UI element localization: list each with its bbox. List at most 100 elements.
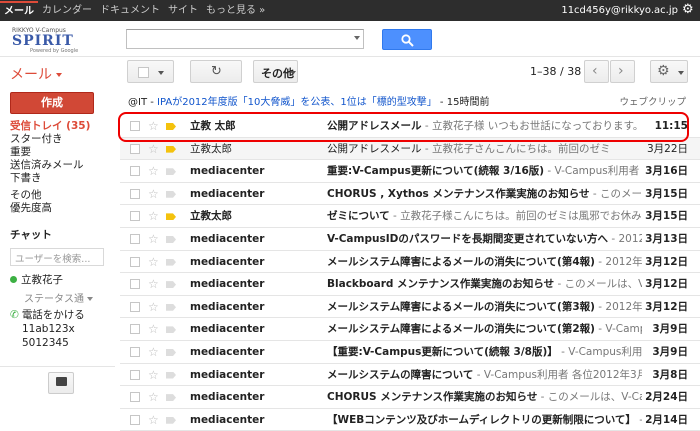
message-subject-line: メールシステムの障害について - V-Campus利用者 各位2012年3月8日 — [327, 364, 642, 386]
message-checkbox[interactable] — [130, 392, 140, 403]
nav-mail[interactable]: メール — [0, 1, 38, 20]
message-row[interactable]: ☆ mediacenter CHORUS メンテナンス作業実施のお知らせ - このメ… — [120, 386, 700, 409]
star-icon[interactable]: ☆ — [148, 364, 159, 386]
chat-search-input[interactable]: ユーザーを検索... — [10, 248, 104, 266]
chat-toggle-button[interactable] — [48, 372, 74, 394]
star-icon[interactable]: ☆ — [148, 341, 159, 363]
message-checkbox[interactable] — [130, 279, 140, 290]
settings-button[interactable]: ⚙ — [650, 60, 688, 83]
chat-status-dropdown[interactable]: ステータス通 — [24, 290, 93, 305]
message-subject: Blackboard メンテナンス作業実施のお知らせ — [327, 278, 555, 291]
star-icon[interactable]: ☆ — [148, 386, 159, 408]
importance-marker-icon[interactable] — [166, 213, 176, 221]
message-row[interactable]: ☆ mediacenter 【WEBコンテンツ及びホームディレクトリの更新制限につい… — [120, 408, 700, 431]
star-icon[interactable]: ☆ — [148, 273, 159, 295]
message-row[interactable]: ☆ mediacenter 【重要:V-Campus更新について(続報 3/8版)】… — [120, 340, 700, 364]
search-button[interactable] — [382, 29, 432, 50]
message-row[interactable]: ☆ mediacenter CHORUS , Xythos メンテナンス作業実施のお… — [120, 182, 700, 206]
message-checkbox[interactable] — [130, 369, 140, 380]
compose-button[interactable]: 作成 — [10, 92, 94, 114]
message-checkbox[interactable] — [130, 121, 140, 131]
star-icon[interactable]: ☆ — [148, 228, 159, 250]
spirit-logo[interactable]: RIKKYO V-Campus SPIRIT Powered by Google — [8, 27, 78, 54]
message-snippet: - 立教花子様 いつもお世話になっております。立教 — [421, 120, 642, 132]
message-checkbox[interactable] — [130, 166, 140, 177]
star-icon[interactable]: ☆ — [148, 296, 159, 318]
importance-marker-icon[interactable] — [166, 371, 176, 379]
more-actions-button[interactable]: その他 — [253, 60, 298, 83]
star-icon[interactable]: ☆ — [148, 409, 159, 431]
importance-marker-icon[interactable] — [166, 416, 176, 424]
sidebar-item-priority[interactable]: 優先度高 — [10, 202, 115, 215]
message-subject: 【重要:V-Campus更新について(続報 3/8版)】 — [327, 345, 558, 358]
message-row[interactable]: ☆ mediacenter メールシステムの障害について - V-Campus利用者… — [120, 363, 700, 387]
phone-icon: ✆ — [10, 309, 19, 321]
select-checkbox[interactable] — [138, 67, 149, 78]
mail-label-text: メール — [10, 67, 52, 83]
message-checkbox[interactable] — [130, 233, 140, 244]
star-icon[interactable]: ☆ — [148, 205, 159, 227]
message-snippet: - 立教花子様こんにちは。前回のゼミは風邪でお休みし — [389, 210, 642, 223]
gear-icon[interactable]: ⚙ — [682, 3, 696, 17]
message-checkbox[interactable] — [130, 143, 140, 154]
web-clip-link[interactable]: IPAが2012年度版「10大脅威」を公表、1位は「標的型攻撃」 — [157, 97, 437, 108]
account-email[interactable]: 11cd456y@rikkyo.ac.jp — [561, 5, 678, 16]
web-clip[interactable]: @IT - IPAが2012年度版「10大脅威」を公表、1位は「標的型攻撃」 -… — [120, 94, 700, 112]
importance-marker-icon[interactable] — [166, 258, 176, 266]
star-icon[interactable]: ☆ — [148, 183, 159, 205]
phone-number: 11ab123x — [22, 323, 75, 335]
importance-marker-icon[interactable] — [166, 190, 176, 198]
star-icon[interactable]: ☆ — [148, 138, 159, 160]
message-checkbox[interactable] — [130, 211, 140, 222]
sidebar-item-other[interactable]: その他 — [10, 189, 115, 202]
star-icon[interactable]: ☆ — [148, 115, 159, 137]
message-row[interactable]: ☆ mediacenter メールシステム障害によるメールの消失について(第2報) … — [120, 318, 700, 341]
message-checkbox[interactable] — [130, 256, 140, 267]
nav-more[interactable]: もっと見る » — [202, 0, 269, 21]
sidebar-item-inbox[interactable]: 受信トレイ (35) — [10, 120, 115, 133]
next-page-button[interactable]: › — [610, 60, 635, 83]
message-checkbox[interactable] — [130, 301, 140, 312]
sidebar-item-starred[interactable]: スター付き — [10, 133, 115, 146]
call-phone-link[interactable]: ✆ 電話をかける — [10, 307, 85, 322]
star-icon[interactable]: ☆ — [148, 318, 159, 340]
message-checkbox[interactable] — [130, 324, 140, 335]
sidebar-item-important[interactable]: 重要 — [10, 146, 115, 159]
star-icon[interactable]: ☆ — [148, 251, 159, 273]
nav-sites[interactable]: サイト — [164, 0, 202, 21]
previous-page-button[interactable]: ‹ — [584, 60, 609, 83]
message-row[interactable]: ☆ 立教太郎 ゼミについて - 立教花子様こんにちは。前回のゼミは風邪でお休みし 3月… — [120, 205, 700, 228]
importance-marker-icon[interactable] — [166, 326, 176, 334]
importance-marker-icon[interactable] — [166, 281, 176, 289]
sidebar-item-sent[interactable]: 送信済みメール — [10, 159, 115, 172]
message-subject: メールシステム障害によるメールの消失について(第3報) — [327, 300, 595, 313]
refresh-button[interactable]: ↻ — [190, 60, 242, 83]
message-checkbox[interactable] — [130, 188, 140, 199]
search-options-caret-icon[interactable] — [354, 36, 360, 40]
message-row[interactable]: ☆ mediacenter 重要:V-Campus更新について(続報 3/16版) … — [120, 160, 700, 183]
nav-documents[interactable]: ドキュメント — [96, 0, 164, 21]
importance-marker-icon[interactable] — [166, 348, 176, 356]
importance-marker-icon[interactable] — [166, 145, 176, 153]
message-row[interactable]: ☆ mediacenter V-CampusIDのパスワードを長期間変更されていない… — [120, 227, 700, 251]
message-row[interactable]: ☆ 立教 太郎 公開アドレスメール - 立教花子様 いつもお世話になっております。立… — [120, 115, 700, 138]
nav-calendar[interactable]: カレンダー — [38, 0, 96, 21]
message-checkbox[interactable] — [130, 414, 140, 425]
select-all-button[interactable] — [127, 60, 174, 83]
message-snippet: - 立教花子さんこんにちは。前回のゼミ — [421, 142, 611, 155]
importance-marker-icon[interactable] — [166, 168, 176, 176]
message-row[interactable]: ☆ 立教太郎 公開アドレスメール - 立教花子さんこんにちは。前回のゼミ 3月22日 — [120, 137, 700, 161]
importance-marker-icon[interactable] — [166, 235, 176, 243]
star-icon[interactable]: ☆ — [148, 160, 159, 182]
importance-marker-icon[interactable] — [166, 394, 176, 402]
sidebar-item-drafts[interactable]: 下書き — [10, 172, 115, 185]
search-input[interactable] — [126, 29, 364, 49]
importance-marker-icon[interactable] — [166, 303, 176, 311]
message-row[interactable]: ☆ mediacenter メールシステム障害によるメールの消失について(第3報) … — [120, 295, 700, 319]
message-checkbox[interactable] — [130, 346, 140, 357]
message-row[interactable]: ☆ mediacenter メールシステム障害によるメールの消失について(第4報) … — [120, 250, 700, 274]
importance-marker-icon[interactable] — [166, 123, 176, 130]
mail-label-dropdown[interactable]: メール — [10, 64, 62, 84]
chat-contact[interactable]: 立教花子 — [10, 272, 63, 287]
message-row[interactable]: ☆ mediacenter Blackboard メンテナンス作業実施のお知らせ -… — [120, 273, 700, 296]
